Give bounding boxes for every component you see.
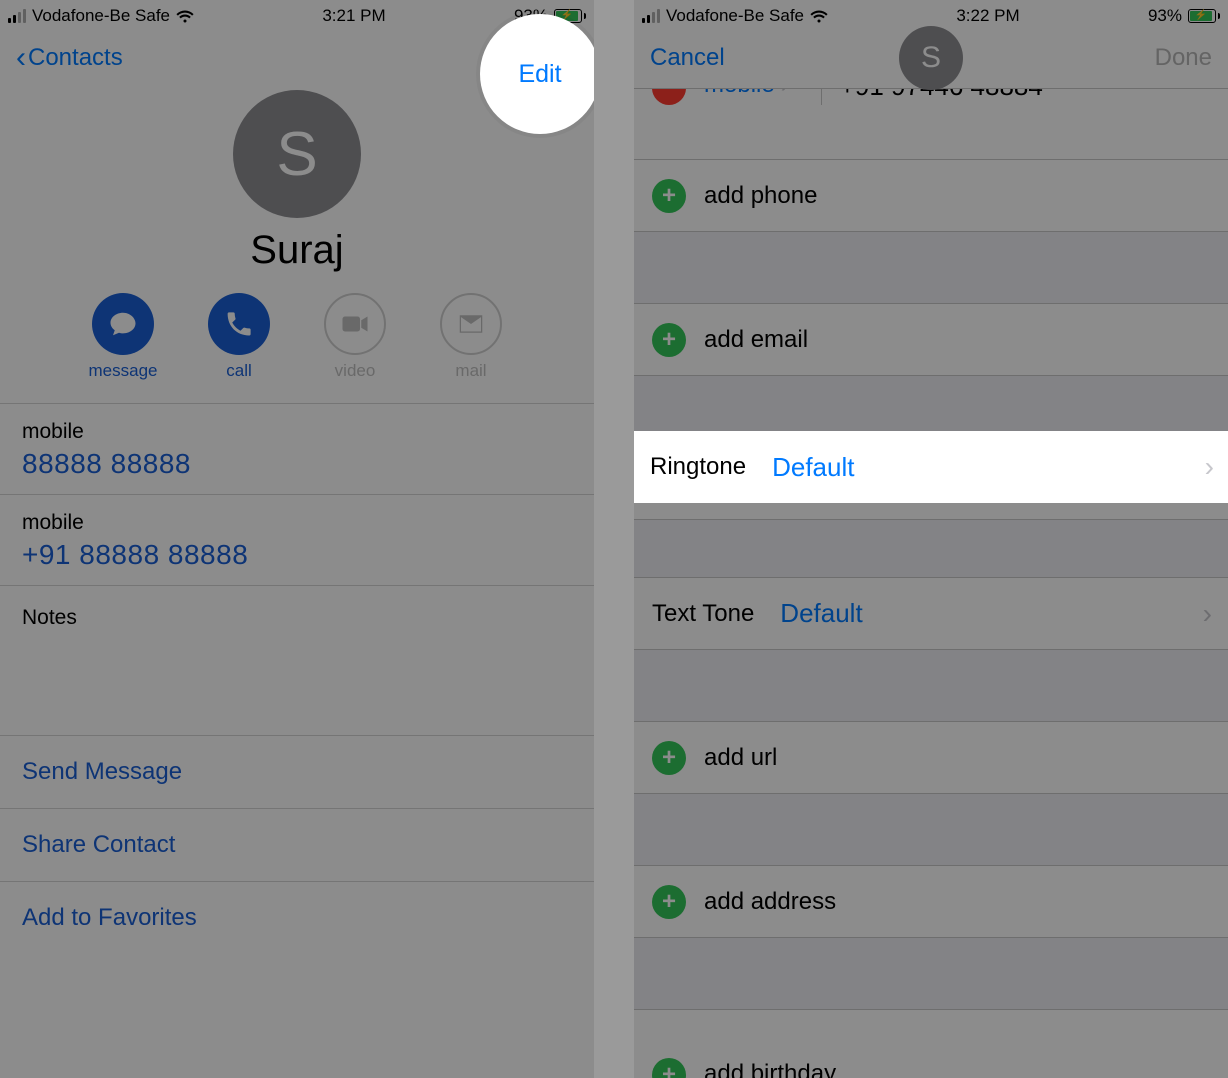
phone-value[interactable]: +91 97446 48884 [840,88,1212,102]
message-label: message [89,361,158,381]
add-icon: + [652,1058,686,1078]
section-gap [634,938,1228,1010]
ringtone-value-h[interactable]: Default [772,452,854,483]
add-address-row[interactable]: + add address [634,866,1228,938]
edit-highlight: Edit [480,14,594,134]
nav-bar: Cancel S Done [634,28,1228,88]
phone-type-label: mobile [704,88,775,99]
battery-pct-label: 93% [1148,6,1182,26]
add-icon: + [652,741,686,775]
ringtone-highlight: Ringtone Default › [634,431,1228,503]
action-row: message call video mail [0,287,594,403]
add-address-label: add address [704,888,836,916]
texttone-value: Default [780,598,862,629]
add-birthday-row[interactable]: + add birthday [634,1010,1228,1078]
carrier-label: Vodafone-Be Safe [32,6,170,26]
contact-view-screen: Vodafone-Be Safe 3:21 PM 93% ⚡ ‹ Contact… [0,0,594,1078]
add-email-label: add email [704,326,808,354]
avatar-small: S [899,26,963,90]
phone-value: +91 88888 88888 [22,539,572,571]
section-gap [634,520,1228,578]
avatar: S [233,90,361,218]
mail-button[interactable]: mail [431,293,511,381]
add-phone-label: add phone [704,182,817,210]
wifi-icon [176,9,194,23]
video-button[interactable]: video [315,293,395,381]
mail-icon [440,293,502,355]
cancel-label: Cancel [650,44,725,72]
avatar-initial: S [921,41,941,75]
phone-icon [208,293,270,355]
status-bar: Vodafone-Be Safe 3:22 PM 93% ⚡ [634,0,1228,28]
add-icon: + [652,179,686,213]
message-icon [92,293,154,355]
add-url-row[interactable]: + add url [634,722,1228,794]
chevron-right-icon: › [1203,598,1212,630]
clock-label: 3:21 PM [322,6,385,26]
phone-type-select[interactable]: mobile › [704,88,803,99]
contact-name: Suraj [0,228,594,273]
clock-label: 3:22 PM [956,6,1019,26]
send-message-label: Send Message [22,758,182,785]
phone-row-1[interactable]: mobile 88888 88888 [0,404,594,495]
remove-icon[interactable]: − [652,88,686,105]
chevron-left-icon: ‹ [16,43,26,73]
cancel-button[interactable]: Cancel [650,44,725,72]
chevron-right-icon: › [1205,451,1214,483]
chevron-right-icon: › [781,88,789,99]
battery-icon: ⚡ [1188,9,1220,23]
phone-type-label: mobile [22,420,572,444]
edit-highlight-label[interactable]: Edit [518,60,561,89]
share-contact-row[interactable]: Share Contact [0,809,594,882]
phone-type-label: mobile [22,511,572,535]
wifi-icon [810,9,828,23]
add-email-row[interactable]: + add email [634,304,1228,376]
phone-field-row[interactable]: − mobile › +91 97446 48884 [634,88,1228,160]
contact-edit-screen: Vodafone-Be Safe 3:22 PM 93% ⚡ Cancel S … [634,0,1228,1078]
add-icon: + [652,323,686,357]
share-contact-label: Share Contact [22,831,175,858]
ringtone-label-h: Ringtone [650,453,746,481]
signal-icon [8,9,26,23]
notes-label: Notes [22,606,572,630]
add-url-label: add url [704,744,777,772]
add-favorites-row[interactable]: Add to Favorites [0,882,594,954]
notes-row[interactable]: Notes [0,586,594,736]
back-button[interactable]: ‹ Contacts [16,43,123,73]
call-label: call [226,361,252,381]
call-button[interactable]: call [199,293,279,381]
done-label: Done [1155,44,1212,71]
texttone-label: Text Tone [652,600,754,628]
back-label: Contacts [28,44,123,72]
section-gap [634,232,1228,304]
phone-row-2[interactable]: mobile +91 88888 88888 [0,495,594,586]
edit-list: − mobile › +91 97446 48884 + add phone +… [634,88,1228,1078]
carrier-label: Vodafone-Be Safe [666,6,804,26]
section-gap [634,794,1228,866]
video-icon [324,293,386,355]
send-message-row[interactable]: Send Message [0,736,594,809]
mail-label: mail [455,361,486,381]
done-button[interactable]: Done [1155,44,1212,72]
add-icon: + [652,885,686,919]
section-gap [634,650,1228,722]
phone-value: 88888 88888 [22,448,572,480]
add-favorites-label: Add to Favorites [22,904,197,931]
video-label: video [335,361,376,381]
texttone-row[interactable]: Text Tone Default › [634,578,1228,650]
add-birthday-label: add birthday [704,1060,836,1078]
add-phone-row[interactable]: + add phone [634,160,1228,232]
separator [821,88,822,105]
signal-icon [642,9,660,23]
message-button[interactable]: message [83,293,163,381]
avatar-initial: S [276,119,317,190]
info-section: mobile 88888 88888 mobile +91 88888 8888… [0,403,594,954]
